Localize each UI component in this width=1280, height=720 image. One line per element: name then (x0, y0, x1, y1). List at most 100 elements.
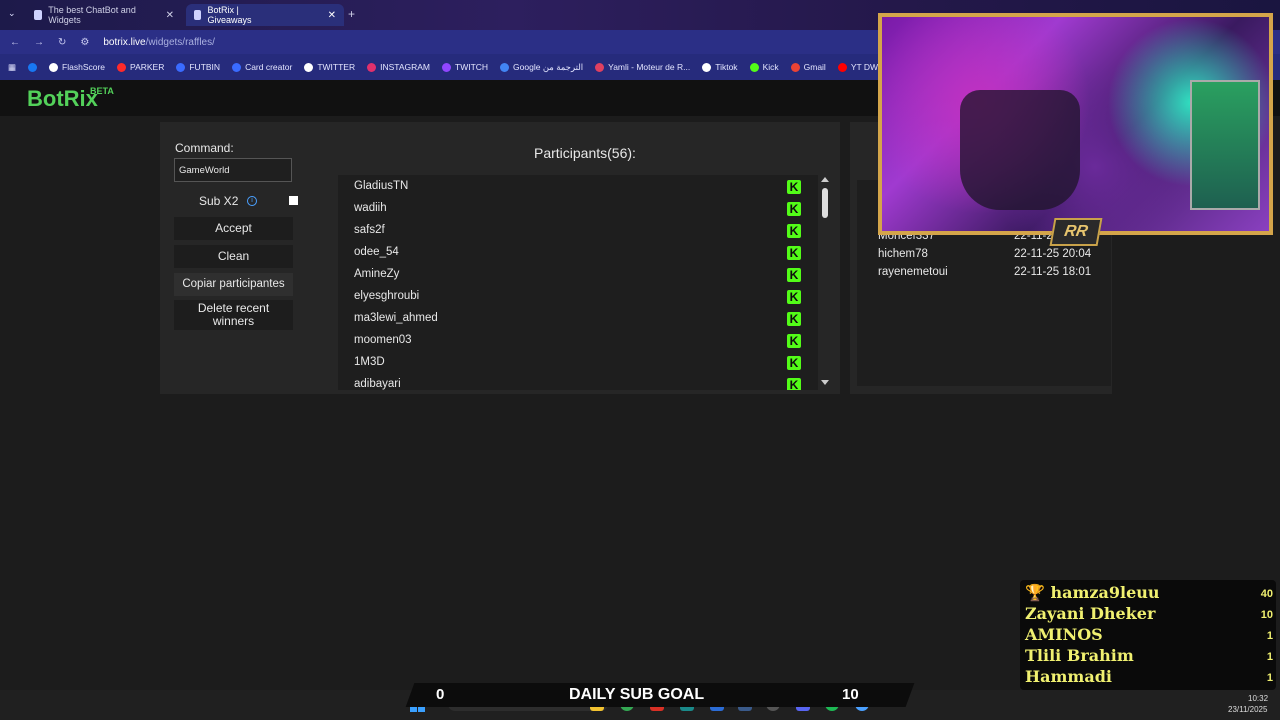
tab-chatbot[interactable]: The best ChatBot and Widgets ✕ (26, 4, 182, 26)
taskbar-clock-date[interactable]: 23/11/2025 (1228, 705, 1267, 714)
winner-date: 22-11-25 18:01 (1014, 266, 1092, 278)
kick-icon: K (787, 246, 801, 260)
sub-x2-label: Sub X2 (199, 194, 239, 208)
command-input[interactable] (174, 158, 292, 182)
participant-name: moomen03 (354, 334, 412, 346)
tab-favicon-icon (194, 10, 202, 20)
scroll-up-arrow-icon[interactable] (821, 177, 829, 182)
url-path: /widgets/raffles/ (145, 36, 215, 48)
leaderboard-name: AMINOS (1025, 625, 1103, 644)
tab-label: BotRix | Giveaways (207, 5, 252, 25)
bookmark-label: Tiktok (715, 62, 738, 72)
delete-recent-winners-button[interactable]: Delete recent winners (174, 300, 293, 330)
site-info-icon[interactable]: ⚙ (80, 37, 89, 48)
leaderboard-score: 1 (1266, 651, 1273, 663)
trophy-icon: 🏆 (1025, 583, 1045, 602)
beta-badge: BETA (90, 86, 114, 96)
back-icon[interactable]: ← (10, 37, 20, 48)
leaderboard-score: 1 (1266, 630, 1273, 642)
bookmark-icon (176, 62, 186, 72)
instagram-icon (367, 62, 377, 72)
webcam-pc-shape (1190, 80, 1260, 210)
bookmark-item[interactable]: INSTAGRAM (367, 62, 430, 72)
bookmark-item[interactable]: PARKER (117, 62, 164, 72)
reload-icon[interactable]: ↻ (58, 37, 66, 48)
copy-participants-button[interactable]: Copiar participantes (174, 273, 293, 296)
youtube-icon (117, 62, 127, 72)
bookmark-label: Kick (762, 62, 779, 72)
bookmark-icon (49, 62, 59, 72)
leaderboard-name: hamza9leuu (1050, 583, 1160, 602)
info-icon[interactable]: i (247, 196, 257, 206)
stream-logo: RR (1049, 218, 1103, 246)
twitch-icon (442, 62, 451, 72)
participant-name: 1M3D (354, 356, 385, 368)
leaderboard-row: Tlili Brahim 1 (1025, 646, 1273, 665)
bookmark-item[interactable]: YT DW (837, 62, 879, 72)
kick-icon: K (787, 356, 801, 370)
kick-icon: K (787, 378, 801, 390)
url-field[interactable]: botrix.live/widgets/raffles/ (103, 37, 215, 48)
tab-list-icon[interactable]: ⌄ (8, 8, 16, 19)
bookmark-item[interactable]: FUTBIN (176, 62, 220, 72)
leaderboard-score: 10 (1260, 609, 1273, 621)
bookmark-item[interactable] (28, 62, 38, 72)
close-tab-icon[interactable]: ✕ (166, 10, 174, 21)
kick-icon (749, 62, 759, 72)
winner-date: 22-11-25 20:04 (1014, 248, 1092, 260)
participant-name: safs2f (354, 224, 385, 236)
winner-name: rayenemetoui (878, 266, 948, 278)
leaderboard-row: 🏆 hamza9leuu 40 (1025, 583, 1273, 602)
bookmark-item[interactable]: Google الترجمة من (500, 62, 583, 73)
participant-name: adibayari (354, 378, 401, 390)
bookmark-item[interactable]: Tiktok (702, 62, 738, 72)
bookmark-item[interactable]: TWITCH (442, 62, 488, 72)
close-tab-icon[interactable]: ✕ (328, 10, 336, 21)
leaderboard-name: Tlili Brahim (1025, 646, 1134, 665)
tab-label: The best ChatBot and Widgets (48, 5, 136, 25)
facebook-icon (28, 62, 38, 72)
sub-goal-title: DAILY SUB GOAL (569, 686, 705, 703)
bookmark-item[interactable]: TWITTER (304, 62, 355, 72)
bookmark-item[interactable]: FlashScore (49, 62, 105, 72)
participants-list[interactable]: GladiusTN K wadiih K safs2f K odee_54 K … (338, 175, 818, 390)
leaderboard-score: 1 (1266, 672, 1273, 684)
bookmark-label: PARKER (130, 62, 165, 72)
participant-name: GladiusTN (354, 180, 409, 192)
accept-button[interactable]: Accept (174, 217, 293, 240)
bookmark-label: Google الترجمة من (513, 61, 584, 72)
forward-icon[interactable]: → (34, 37, 44, 48)
participant-name: AmineZy (354, 268, 400, 280)
command-label: Command: (175, 141, 234, 155)
yamli-icon (595, 62, 605, 72)
tab-giveaways[interactable]: BotRix | Giveaways ✕ (186, 4, 344, 26)
participant-name: elyesghroubi (354, 290, 420, 302)
sub-goal-current: 0 (436, 686, 445, 703)
webcam-chair-shape (960, 90, 1080, 210)
scroll-down-arrow-icon[interactable] (821, 380, 829, 385)
kick-icon: K (787, 180, 801, 194)
kick-icon: K (787, 334, 801, 348)
youtube-icon (837, 62, 847, 72)
leaderboard-score: 40 (1260, 588, 1273, 600)
bookmark-item[interactable]: Kick (749, 62, 779, 72)
clean-button[interactable]: Clean (174, 245, 293, 268)
apps-grid-icon[interactable]: ▦ (8, 62, 16, 73)
bookmark-item[interactable]: Card creator (232, 62, 292, 72)
kick-icon: K (787, 224, 801, 238)
tab-favicon-icon (34, 10, 43, 20)
sub-x2-checkbox[interactable] (289, 196, 298, 205)
botrix-logo[interactable]: BotRix (27, 86, 98, 112)
scrollbar-thumb[interactable] (822, 188, 828, 218)
taskbar-clock-time[interactable]: 10:32 (1248, 694, 1268, 703)
winner-name: hichem78 (878, 248, 928, 260)
bookmark-label: YT DW (850, 62, 879, 72)
leaderboard-row: Zayani Dheker 10 (1025, 604, 1273, 623)
bookmark-label: TWITCH (455, 62, 489, 72)
tiktok-icon (702, 62, 712, 72)
new-tab-button[interactable]: + (348, 7, 355, 21)
kick-icon: K (787, 268, 801, 282)
bookmark-item[interactable]: Gmail (790, 62, 826, 72)
leaderboard-name: Hammadi (1025, 667, 1112, 686)
bookmark-item[interactable]: Yamli - Moteur de R... (595, 62, 690, 72)
